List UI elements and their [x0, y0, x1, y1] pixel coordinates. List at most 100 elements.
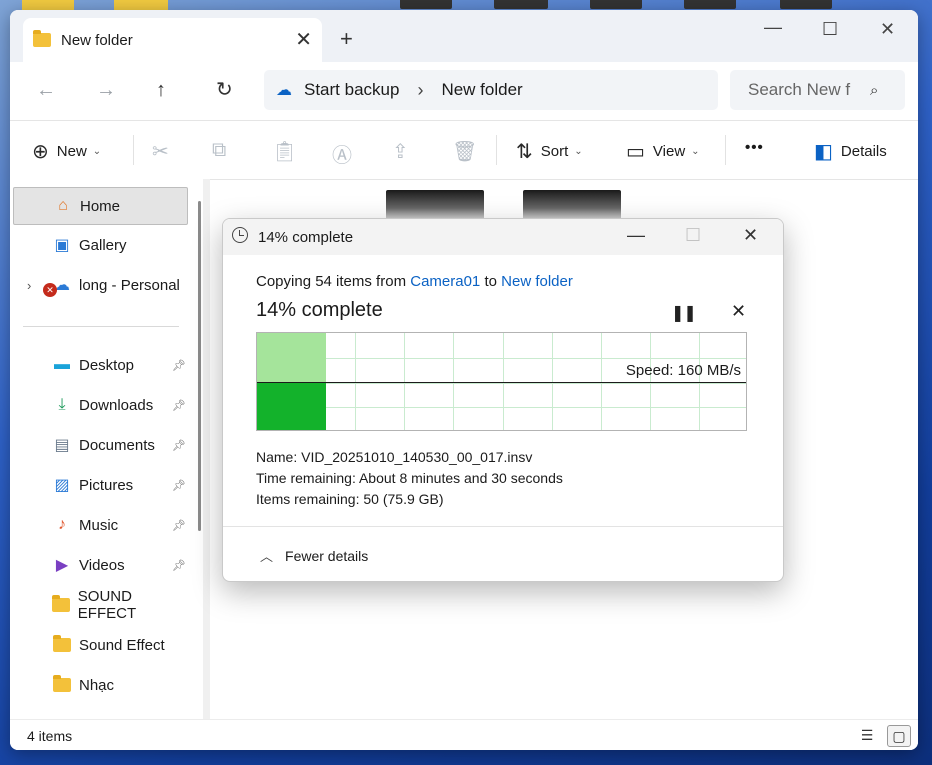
copy-icon: ⧉ [212, 139, 227, 161]
dialog-minimize-button[interactable]: — [627, 226, 645, 244]
pin-icon[interactable]: 📌︎ [172, 439, 186, 452]
scissors-icon: ✂ [152, 141, 169, 163]
new-label: New [56, 143, 87, 160]
sidebar-item-sound-effect-caps[interactable]: SOUND EFFECT [13, 587, 188, 623]
search-input[interactable]: Search New f ⌕ [730, 70, 905, 110]
pictures-icon: ▨ [54, 477, 70, 494]
file-thumbnail[interactable] [386, 190, 484, 220]
sidebar-item-pictures[interactable]: ▨ Pictures 📌︎ [13, 467, 188, 503]
new-button[interactable]: ⊕ New ⌄ [32, 139, 101, 164]
refresh-icon[interactable]: ↻ [216, 80, 233, 100]
copy-progress-dialog: 14% complete — ☐ ✕ Copying 54 items from… [222, 218, 784, 582]
command-bar: ⊕ New ⌄ ✂ ⧉ 📋︎ Ⓐ ⇪ 🗑︎ ⇅ Sort ⌄ ▭ View ⌄ … [10, 120, 918, 180]
sidebar-item-documents[interactable]: ▤ Documents 📌︎ [13, 427, 188, 463]
sidebar-item-desktop[interactable]: ▬ Desktop 📌︎ [13, 347, 188, 383]
breadcrumb-new-folder[interactable]: New folder [441, 80, 522, 100]
close-tab-icon[interactable]: ✕ [295, 30, 312, 50]
source-link[interactable]: Camera01 [410, 273, 480, 290]
sidebar-item-gallery[interactable]: ▣ Gallery [13, 227, 188, 263]
tiles-view-icon[interactable]: ▢ [887, 725, 911, 747]
sidebar-item-home[interactable]: ⌂ Home [13, 187, 188, 225]
music-icon: ♪ [58, 516, 66, 533]
share-button[interactable]: ⇪ [392, 139, 417, 164]
address-row: ← → ↑ ↻ ☁ Start backup › New folder Sear… [10, 62, 918, 120]
pin-icon[interactable]: 📌︎ [172, 559, 186, 572]
pin-icon[interactable]: 📌︎ [172, 399, 186, 412]
chevron-up-icon: ︿ [260, 549, 274, 564]
transfer-speed-graph: Speed: 160 MB/s [256, 332, 747, 431]
trash-icon: 🗑︎ [452, 141, 478, 163]
cut-button[interactable]: ✂ [152, 139, 177, 164]
sort-button[interactable]: ⇅ Sort ⌄ [516, 139, 583, 164]
view-layout-icon: ▭ [626, 141, 645, 163]
file-thumbnail[interactable] [523, 190, 621, 220]
fewer-details-button[interactable]: ︿ Fewer details [260, 546, 368, 565]
breadcrumb-start-backup[interactable]: Start backup [304, 80, 399, 100]
desktop-image-thumbnail [780, 0, 832, 9]
pin-icon[interactable]: 📌︎ [172, 519, 186, 532]
breadcrumb-separator-icon: › [417, 79, 424, 100]
sidebar-item-nhac[interactable]: Nhạc [13, 667, 188, 703]
clock-icon [232, 227, 248, 243]
tab-new-folder[interactable]: New folder ✕ [23, 18, 322, 62]
address-bar[interactable]: ☁ Start backup › New folder [264, 70, 718, 110]
chevron-down-icon: ⌄ [691, 146, 700, 157]
chevron-down-icon: ⌄ [574, 146, 583, 157]
sidebar-item-label: Downloads [79, 396, 154, 414]
sidebar-item-sound-effect[interactable]: Sound Effect [13, 627, 188, 663]
see-more-button[interactable]: ••• [745, 139, 764, 156]
view-label: View [652, 143, 686, 160]
copy-prefix: Copying 54 items from [256, 273, 411, 290]
maximize-button[interactable]: ☐ [822, 20, 838, 38]
speed-readout: Speed: 160 MB/s [625, 362, 741, 379]
paste-button[interactable]: 📋︎ [272, 139, 305, 164]
details-view-icon[interactable]: ☰ [856, 725, 878, 745]
rename-button[interactable]: Ⓐ [332, 139, 360, 168]
dialog-close-button[interactable]: ✕ [743, 226, 758, 244]
pause-icon[interactable]: ❚❚ [671, 303, 697, 323]
up-arrow-icon[interactable]: ↑ [156, 80, 166, 100]
time-remaining-line: Time remaining: About 8 minutes and 30 s… [256, 470, 563, 486]
expand-chevron-icon[interactable]: › [27, 278, 31, 293]
folder-icon [51, 675, 73, 695]
sidebar-item-downloads[interactable]: ⤓ Downloads 📌︎ [13, 387, 188, 423]
copy-button[interactable]: ⧉ [212, 139, 234, 162]
fewer-details-label: Fewer details [285, 547, 369, 564]
delete-button[interactable]: 🗑︎ [452, 139, 485, 164]
forward-arrow-icon[interactable]: → [96, 80, 116, 100]
new-tab-button[interactable]: + [340, 28, 353, 50]
sidebar-item-videos[interactable]: ▶ Videos 📌︎ [13, 547, 188, 583]
sidebar-item-music[interactable]: ♪ Music 📌︎ [13, 507, 188, 543]
sidebar-item-label: Nhạc [79, 676, 115, 694]
desktop-image-thumbnail [684, 0, 736, 9]
folder-icon [51, 635, 73, 655]
destination-link[interactable]: New folder [501, 273, 573, 290]
sidebar-item-label: SOUND EFFECT [77, 588, 137, 622]
dialog-divider [223, 526, 783, 527]
sidebar-scrollbar[interactable] [198, 201, 201, 531]
speed-fill [257, 382, 326, 430]
dialog-maximize-button[interactable]: ☐ [685, 226, 701, 244]
sidebar-item-label: Desktop [79, 356, 135, 374]
folder-icon [51, 595, 72, 615]
dialog-title-bar: 14% complete — ☐ ✕ [223, 219, 783, 255]
view-button[interactable]: ▭ View ⌄ [626, 139, 700, 164]
plus-circle-icon: ⊕ [32, 141, 49, 163]
sidebar-item-onedrive[interactable]: › ☁ ✕ long - Personal [13, 267, 188, 303]
details-pane-button[interactable]: ◧ Details [814, 139, 887, 164]
file-name-line: Name: VID_20251010_140530_00_017.insv [256, 449, 533, 465]
sidebar-item-label: Documents [79, 436, 155, 454]
minimize-button[interactable]: — [764, 18, 782, 36]
cloud-backup-icon: ☁ [276, 82, 292, 99]
desktop-icon: ▬ [54, 356, 70, 373]
pin-icon[interactable]: 📌︎ [172, 359, 186, 372]
cancel-copy-icon[interactable]: ✕ [731, 301, 746, 322]
back-arrow-icon[interactable]: ← [36, 80, 56, 100]
close-window-button[interactable]: ✕ [880, 20, 895, 38]
downloads-icon: ⤓ [58, 396, 66, 413]
items-remaining-line: Items remaining: 50 (75.9 GB) [256, 491, 444, 507]
desktop-image-thumbnail [494, 0, 548, 9]
pin-icon[interactable]: 📌︎ [172, 479, 186, 492]
desktop-folder-thumbnail [114, 0, 168, 10]
chevron-down-icon: ⌄ [92, 146, 102, 157]
